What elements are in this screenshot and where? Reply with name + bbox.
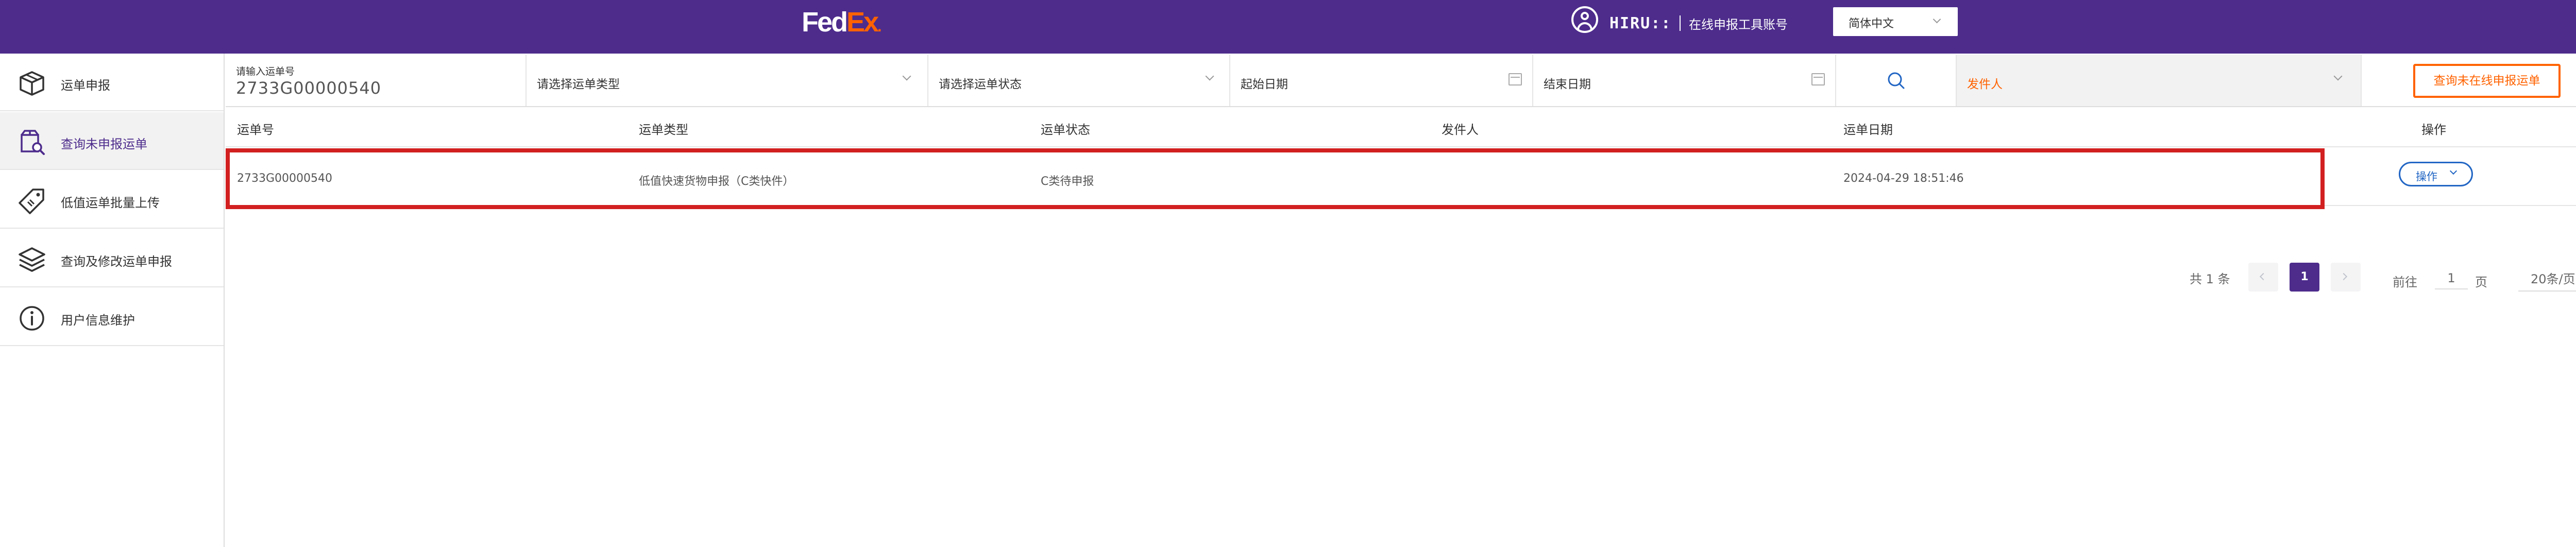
search-icon bbox=[1888, 72, 1905, 89]
column-header-action: 操作 bbox=[2421, 123, 2446, 137]
chevron-right-icon bbox=[2340, 272, 2348, 281]
sidebar-item-label: 用户信息维护 bbox=[61, 313, 135, 328]
chevron-down-icon bbox=[902, 72, 911, 81]
waybill-type-select[interactable]: 请选择运单类型 bbox=[527, 55, 928, 106]
package-search-icon bbox=[21, 130, 45, 155]
sidebar-item-label: 查询及修改运单申报 bbox=[61, 254, 172, 269]
sidebar: 运单申报 查询未申报运单 低值运单批量上传 查询及修改运单申报 用户信息维护 bbox=[0, 54, 225, 547]
top-header: FedEx. HIRU:: 在线申报工具账号 简体中文 bbox=[0, 0, 2576, 54]
goto-prefix: 前往 bbox=[2393, 275, 2417, 289]
goto-page-input[interactable]: 1 bbox=[2435, 267, 2468, 289]
layers-icon bbox=[19, 247, 45, 272]
prev-page-button[interactable] bbox=[2248, 263, 2278, 292]
end-date-placeholder: 结束日期 bbox=[1544, 78, 1591, 91]
waybill-type-placeholder: 请选择运单类型 bbox=[537, 78, 620, 91]
sidebar-item-query-modify[interactable]: 查询及修改运单申报 bbox=[0, 230, 224, 287]
chevron-down-icon bbox=[1205, 72, 1214, 81]
logo-ex-text: Ex bbox=[846, 7, 879, 38]
next-page-button[interactable] bbox=[2331, 263, 2361, 292]
query-undeclared-button[interactable]: 查询未在线申报运单 bbox=[2413, 64, 2561, 98]
user-icon[interactable] bbox=[1571, 6, 1598, 33]
logo-fed-text: Fed bbox=[802, 7, 848, 38]
sidebar-item-query-undeclared[interactable]: 查询未申报运单 bbox=[0, 112, 224, 170]
page-number-current[interactable]: 1 bbox=[2290, 263, 2319, 292]
waybill-status-placeholder: 请选择运单状态 bbox=[939, 78, 1022, 91]
logo-dot-text: . bbox=[877, 18, 882, 35]
table-header-divider bbox=[226, 146, 2576, 147]
end-date-picker[interactable]: 结束日期 bbox=[1533, 55, 1836, 106]
row-action-label: 操作 bbox=[2416, 170, 2437, 183]
column-header-status: 运单状态 bbox=[1041, 123, 1090, 137]
column-header-date: 运单日期 bbox=[1843, 123, 1893, 137]
search-button[interactable] bbox=[1836, 55, 1957, 106]
page-size-select[interactable]: 20条/页 bbox=[2518, 261, 2576, 292]
chevron-left-icon bbox=[2259, 272, 2267, 281]
row-highlight-annotation bbox=[226, 148, 2325, 209]
sidebar-item-label: 查询未申报运单 bbox=[61, 137, 147, 151]
header-divider bbox=[1680, 15, 1681, 31]
sender-placeholder: 发件人 bbox=[1967, 78, 2003, 91]
chevron-down-icon bbox=[2333, 72, 2343, 81]
language-select[interactable]: 简体中文 bbox=[1833, 7, 1958, 36]
fedex-logo[interactable]: FedEx. bbox=[802, 7, 882, 42]
start-date-picker[interactable]: 起始日期 bbox=[1230, 55, 1533, 106]
page-size-value: 20条/页 bbox=[2531, 272, 2575, 286]
column-header-type: 运单类型 bbox=[639, 123, 688, 137]
calendar-icon bbox=[1811, 73, 1825, 86]
waybill-input-value: 2733G00000540 bbox=[236, 78, 382, 98]
tag-icon bbox=[19, 189, 44, 214]
filter-bar: 请输入运单号 2733G00000540 请选择运单类型 请选择运单状态 起始日… bbox=[226, 55, 2576, 107]
sidebar-item-waybill-declare[interactable]: 运单申报 bbox=[0, 54, 224, 111]
chevron-down-icon bbox=[2449, 167, 2458, 175]
sidebar-item-batch-upload[interactable]: 低值运单批量上传 bbox=[0, 171, 224, 229]
sidebar-item-label: 运单申报 bbox=[61, 78, 110, 93]
start-date-placeholder: 起始日期 bbox=[1241, 78, 1288, 91]
waybill-status-select[interactable]: 请选择运单状态 bbox=[928, 55, 1230, 106]
language-value: 简体中文 bbox=[1849, 18, 1894, 30]
box-icon bbox=[20, 71, 44, 96]
info-icon bbox=[20, 306, 44, 331]
user-name[interactable]: HIRU:: bbox=[1609, 14, 1671, 32]
sender-select[interactable]: 发件人 bbox=[1957, 55, 2362, 106]
waybill-input-label: 请输入运单号 bbox=[236, 66, 295, 77]
row-action-button[interactable]: 操作 bbox=[2399, 162, 2473, 186]
chevron-down-icon bbox=[1933, 15, 1941, 24]
waybill-number-input[interactable]: 请输入运单号 2733G00000540 bbox=[226, 55, 527, 106]
sidebar-item-label: 低值运单批量上传 bbox=[61, 196, 160, 210]
column-header-waybill-no: 运单号 bbox=[237, 123, 274, 137]
account-label: 在线申报工具账号 bbox=[1689, 18, 1788, 32]
pagination-total: 共 1 条 bbox=[2190, 272, 2230, 286]
sidebar-item-user-info[interactable]: 用户信息维护 bbox=[0, 288, 224, 346]
calendar-icon bbox=[1509, 73, 1522, 86]
column-header-sender: 发件人 bbox=[1442, 123, 1479, 137]
goto-suffix: 页 bbox=[2475, 275, 2487, 289]
